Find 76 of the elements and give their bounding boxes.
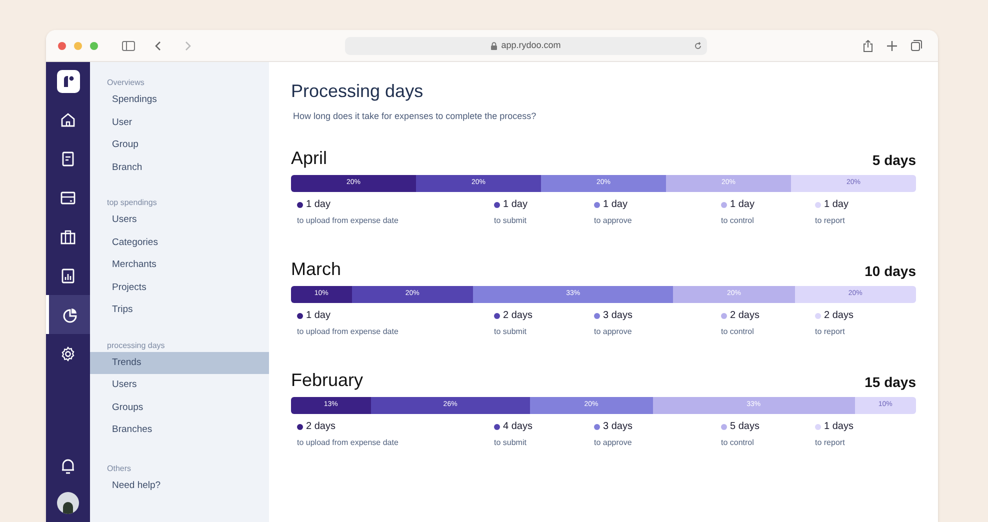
- step-caption: to submit: [494, 326, 528, 338]
- app-logo[interactable]: [56, 70, 80, 93]
- sidebar-item[interactable]: Users: [90, 374, 269, 396]
- sidebar-item[interactable]: User: [90, 112, 269, 134]
- address-bar[interactable]: app.rydoo.com: [345, 36, 707, 54]
- step-days: 1 day: [306, 308, 330, 323]
- month-title: April: [291, 149, 328, 167]
- lock-icon: [491, 42, 498, 50]
- step-days: 3 days: [603, 419, 632, 434]
- total-days: 10 days: [864, 264, 916, 278]
- total-days: 15 days: [864, 375, 916, 389]
- page-title: Processing days: [291, 80, 424, 102]
- sidebar-toggle-icon[interactable]: [122, 40, 135, 50]
- sidebar-item[interactable]: Groups: [90, 396, 269, 419]
- step-days: 1 day: [306, 197, 330, 212]
- sidebar-item[interactable]: Spendings: [90, 89, 269, 112]
- step-caption: to submit: [494, 437, 528, 449]
- step-caption: to control: [721, 326, 755, 338]
- step-caption: to upload from expense date: [297, 326, 400, 338]
- step-caption: to report: [815, 437, 846, 449]
- sidebar-item[interactable]: Categories: [90, 232, 269, 254]
- step-caption: to upload from expense date: [297, 215, 400, 227]
- step-days: 2 days: [824, 308, 854, 323]
- pie-chart-icon: [62, 306, 78, 322]
- new-tab-icon[interactable]: [887, 40, 897, 50]
- reload-icon[interactable]: [694, 42, 702, 50]
- document-icon: [60, 150, 76, 166]
- step-caption: to submit: [494, 215, 528, 227]
- sidebar-item[interactable]: Need help?: [90, 474, 269, 497]
- sidebar-item[interactable]: Merchants: [90, 254, 269, 276]
- sidebar-heading: top spendings: [106, 197, 158, 209]
- step-days: 1 day: [503, 197, 528, 212]
- share-icon[interactable]: [863, 40, 873, 52]
- tabs-overview-icon[interactable]: [911, 40, 922, 51]
- bell-icon[interactable]: [61, 458, 75, 474]
- settings-icon: [60, 346, 76, 362]
- home-icon: [60, 112, 76, 128]
- sidebar-heading: processing days: [106, 340, 166, 352]
- card-icon: [60, 190, 76, 206]
- sidebar-item[interactable]: Trips: [90, 299, 269, 322]
- month-title: February: [291, 371, 364, 389]
- step-days: 2 days: [306, 419, 336, 434]
- sidebar-item[interactable]: Branches: [90, 419, 269, 442]
- step-days: 4 days: [503, 419, 532, 434]
- step-days: 1 day: [824, 197, 848, 212]
- step-days: 5 days: [730, 419, 760, 434]
- user-avatar[interactable]: [57, 492, 79, 514]
- step-caption: to approve: [594, 215, 633, 227]
- step-caption: to control: [721, 215, 755, 227]
- total-days: 5 days: [872, 153, 916, 167]
- sidebar-item[interactable]: Users: [90, 209, 269, 232]
- sidebar-item[interactable]: Group: [90, 134, 269, 156]
- page-subtitle: How long does it take for expenses to complete the process?: [293, 110, 538, 123]
- sidebar-heading: Overviews: [106, 77, 146, 89]
- sidebar-item[interactable]: Branch: [90, 156, 269, 179]
- step-days: 1 day: [730, 197, 754, 212]
- url-text: app.rydoo.com: [501, 38, 561, 52]
- step-days: 3 days: [603, 308, 632, 323]
- step-days: 1 day: [603, 197, 628, 212]
- back-icon[interactable]: [155, 40, 161, 50]
- step-caption: to report: [815, 326, 846, 338]
- step-caption: to approve: [594, 326, 633, 338]
- step-caption: to report: [815, 215, 846, 227]
- month-title: March: [291, 260, 342, 278]
- step-days: 2 days: [503, 308, 532, 323]
- step-caption: to upload from expense date: [297, 437, 400, 449]
- sidebar-item[interactable]: Trends: [90, 352, 269, 374]
- step-caption: to control: [721, 437, 755, 449]
- rail-nav-button[interactable]: [46, 295, 90, 334]
- sidebar-heading: Others: [106, 462, 132, 474]
- briefcase-icon: [60, 228, 76, 244]
- sidebar-item[interactable]: Projects: [90, 276, 269, 299]
- bar-chart-icon: [60, 268, 76, 284]
- step-days: 2 days: [730, 308, 760, 323]
- step-caption: to approve: [594, 437, 633, 449]
- step-days: 1 days: [824, 419, 854, 434]
